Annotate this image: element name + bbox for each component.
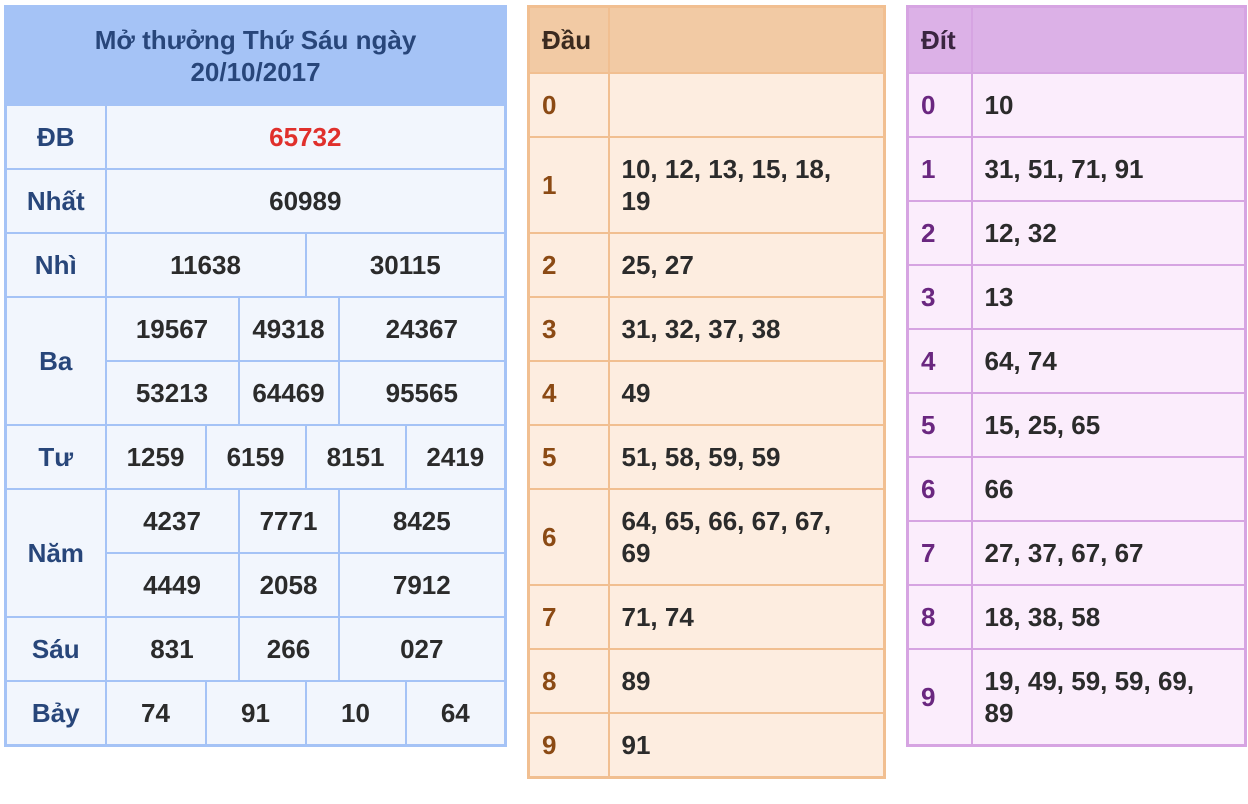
prize-number: 60989 (104, 168, 507, 234)
dau-header: Đầu (527, 5, 610, 74)
prize-number: 7771 (237, 488, 340, 554)
prize-number: 1259 (104, 424, 207, 490)
prize-row-db: ĐB 65732 (4, 104, 507, 170)
dit-values: 31, 51, 71, 91 (970, 136, 1247, 202)
prize-number: 30115 (304, 232, 507, 298)
dau-values: 89 (607, 648, 886, 714)
prize-row-bay: Bảy 74 91 10 64 (4, 680, 507, 747)
dau-key: 4 (527, 360, 610, 426)
prize-row-ba: Ba 19567 49318 24367 (4, 296, 507, 426)
dit-values: 64, 74 (970, 328, 1247, 394)
lottery-results-table: Mở thưởng Thứ Sáu ngày 20/10/2017 ĐB 657… (4, 5, 508, 747)
dit-key: 3 (906, 264, 973, 330)
prize-number: 6159 (204, 424, 307, 490)
prize-number: 831 (104, 616, 240, 682)
dau-values: 64, 65, 66, 67, 67, 69 (607, 488, 886, 586)
dau-values: 25, 27 (607, 232, 886, 298)
prize-number: 64 (404, 680, 507, 747)
dit-values: 19, 49, 59, 59, 69, 89 (970, 648, 1247, 747)
prize-number: 95565 (337, 360, 507, 426)
dit-values: 12, 32 (970, 200, 1247, 266)
results-title-date: 20/10/2017 (190, 57, 321, 87)
prize-label: Năm (4, 488, 107, 618)
prize-number: 19567 (104, 296, 240, 362)
dau-key: 0 (527, 72, 610, 138)
dau-values: 71, 74 (607, 584, 886, 650)
prize-row-nhat: Nhất 60989 (4, 168, 507, 234)
prize-number: 24367 (337, 296, 507, 362)
prize-label: Nhất (4, 168, 107, 234)
dit-key: 2 (906, 200, 973, 266)
prize-number: 53213 (104, 360, 240, 426)
prize-number: 74 (104, 680, 207, 747)
prize-number: 64469 (237, 360, 340, 426)
dit-values: 18, 38, 58 (970, 584, 1247, 650)
dau-key: 8 (527, 648, 610, 714)
dit-values: 15, 25, 65 (970, 392, 1247, 458)
dau-key: 1 (527, 136, 610, 234)
dau-key: 5 (527, 424, 610, 490)
prize-number: 91 (204, 680, 307, 747)
dit-table: Đít 0 10 1 31, 51, 71, 91 2 12, 32 3 13 4 64,… (906, 5, 1247, 747)
dau-values: 49 (607, 360, 886, 426)
prize-row-nam: Năm 4237 7771 8425 (4, 488, 507, 618)
dau-values: 10, 12, 13, 15, 18, 19 (607, 136, 886, 234)
prize-number: 8425 (337, 488, 507, 554)
dit-values: 13 (970, 264, 1247, 330)
prize-label: ĐB (4, 104, 107, 170)
dau-key: 7 (527, 584, 610, 650)
dit-key: 0 (906, 72, 973, 138)
prize-number: 4237 (104, 488, 240, 554)
prize-number: 7912 (337, 552, 507, 618)
dau-values (607, 72, 886, 138)
prize-number: 2419 (404, 424, 507, 490)
dit-header: Đít (906, 5, 973, 74)
prize-number: 027 (337, 616, 507, 682)
dit-key: 7 (906, 520, 973, 586)
dit-values: 27, 37, 67, 67 (970, 520, 1247, 586)
dit-values: 10 (970, 72, 1247, 138)
prize-number: 266 (237, 616, 340, 682)
prize-number: 8151 (304, 424, 407, 490)
prize-row-nhi: Nhì 11638 30115 (4, 232, 507, 298)
dau-key: 2 (527, 232, 610, 298)
dau-header-blank (607, 5, 886, 74)
dit-header-blank (970, 5, 1247, 74)
prize-number: 10 (304, 680, 407, 747)
dau-values: 91 (607, 712, 886, 779)
prize-number: 49318 (237, 296, 340, 362)
prize-label: Bảy (4, 680, 107, 747)
dau-values: 51, 58, 59, 59 (607, 424, 886, 490)
prize-label: Tư (4, 424, 107, 490)
prize-number: 2058 (237, 552, 340, 618)
dau-table: Đầu 0 1 10, 12, 13, 15, 18, 19 2 25, 27 33… (527, 5, 886, 779)
dit-key: 8 (906, 584, 973, 650)
dau-key: 9 (527, 712, 610, 779)
prize-number: 11638 (104, 232, 307, 298)
dau-key: 6 (527, 488, 610, 586)
prize-row-sau: Sáu 831 266 027 (4, 616, 507, 682)
dit-key: 6 (906, 456, 973, 522)
prize-label: Ba (4, 296, 107, 426)
dau-values: 31, 32, 37, 38 (607, 296, 886, 362)
prize-label: Sáu (4, 616, 107, 682)
dit-key: 1 (906, 136, 973, 202)
dit-key: 9 (906, 648, 973, 747)
dit-values: 66 (970, 456, 1247, 522)
special-prize-number: 65732 (104, 104, 507, 170)
prize-row-tu: Tư 1259 6159 8151 2419 (4, 424, 507, 490)
dau-key: 3 (527, 296, 610, 362)
results-title-line1: Mở thưởng Thứ Sáu ngày (94, 25, 417, 55)
dit-key: 4 (906, 328, 973, 394)
prize-number: 4449 (104, 552, 240, 618)
prize-label: Nhì (4, 232, 107, 298)
results-title: Mở thưởng Thứ Sáu ngày 20/10/2017 (4, 5, 507, 106)
dit-key: 5 (906, 392, 973, 458)
